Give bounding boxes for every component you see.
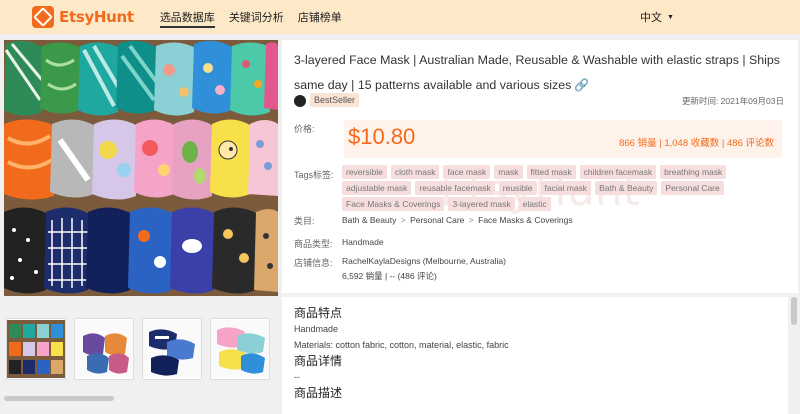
tag[interactable]: Personal Care <box>661 181 724 195</box>
tag[interactable]: elastic <box>518 197 551 211</box>
tag[interactable]: breathing mask <box>660 165 727 179</box>
type-value: Handmade <box>342 237 384 247</box>
tag[interactable]: reversible <box>342 165 387 179</box>
breadcrumb-separator: > <box>468 215 474 225</box>
logo-text: EtsyHunt <box>59 8 134 26</box>
breadcrumb-separator: > <box>400 215 406 225</box>
tag[interactable]: Face Masks & Coverings <box>342 197 445 211</box>
logo[interactable]: EtsyHunt <box>32 6 134 28</box>
materials-text: Materials: cotton fabric, cotton, materi… <box>294 340 509 350</box>
features-heading: 商品特点 <box>294 306 343 320</box>
thumbnail-scrollbar[interactable] <box>4 396 114 401</box>
tag[interactable]: reusable facemask <box>415 181 495 195</box>
thumbnail-image <box>211 320 269 378</box>
tag[interactable]: children facemask <box>579 165 657 179</box>
nav-item-product-database[interactable]: 选品数据库 <box>159 0 215 34</box>
thumbnail-2[interactable] <box>74 318 134 380</box>
thumbnail-image <box>75 320 133 378</box>
tag[interactable]: adjustable mask <box>342 181 412 195</box>
tag[interactable]: mask <box>494 165 523 179</box>
features-type: Handmade <box>294 324 339 334</box>
category-label: 类目: <box>294 216 315 226</box>
chevron-down-icon: ▼ <box>667 13 674 21</box>
bestseller-icon <box>294 95 306 107</box>
tag[interactable]: Bath & Beauty <box>595 181 658 195</box>
tag-list: reversible cloth mask face mask mask fit… <box>342 165 792 213</box>
language-label: 中文 <box>640 12 662 24</box>
price-label: 价格: <box>294 124 315 134</box>
category-level-3[interactable]: Face Masks & Coverings <box>478 215 572 225</box>
main-nav: 选品数据库 关键词分析 店铺榜单 <box>159 0 356 34</box>
tag[interactable]: reusible <box>498 181 537 195</box>
etsyhunt-logo-icon <box>32 6 54 28</box>
product-info-panel: EtsyHunt 3-layered Face Mask | Australia… <box>282 40 798 293</box>
category-level-1[interactable]: Bath & Beauty <box>342 215 396 225</box>
product-title-block: 3-layered Face Mask | Australian Made, R… <box>294 48 792 98</box>
tag[interactable]: 3-layered mask <box>448 197 515 211</box>
type-label: 商品类型: <box>294 239 333 249</box>
tag[interactable]: fitted mask <box>526 165 576 179</box>
shop-name[interactable]: RachelKaylaDesigns (Melbourne, Australia… <box>342 256 506 266</box>
nav-item-keyword-analysis[interactable]: 关键词分析 <box>229 0 284 34</box>
thumbnail-4[interactable] <box>210 318 270 380</box>
price-box: $10.80 866 销量 | 1,048 收藏数 | 486 评论数 <box>344 120 782 158</box>
shop-stats: 6,592 销量 | -- (486 评论) <box>342 271 437 281</box>
product-title: 3-layered Face Mask | Australian Made, R… <box>294 53 780 92</box>
category-breadcrumb: Bath & Beauty > Personal Care > Face Mas… <box>342 215 573 225</box>
description-heading: 商品描述 <box>294 386 343 400</box>
thumbnail-strip <box>4 318 278 382</box>
details-heading: 商品详情 <box>294 354 343 368</box>
price-value: $10.80 <box>348 124 416 149</box>
face-masks-photo <box>4 40 278 296</box>
thumbnail-image <box>7 320 65 378</box>
price-stats: 866 销量 | 1,048 收藏数 | 486 评论数 <box>619 138 774 149</box>
link-icon[interactable]: 🔗 <box>574 78 589 92</box>
tag[interactable]: facial mask <box>540 181 592 195</box>
language-selector[interactable]: 中文 ▼ <box>640 0 674 34</box>
product-main-image[interactable] <box>4 40 278 296</box>
bestseller-badge: BestSeller <box>310 93 360 107</box>
thumbnail-3[interactable] <box>142 318 202 380</box>
thumbnail-1[interactable] <box>6 318 66 380</box>
description-scrollbar[interactable] <box>791 297 797 325</box>
details-value: -- <box>294 372 300 382</box>
updated-time: 更新时间: 2021年09月03日 <box>681 96 784 106</box>
category-level-2[interactable]: Personal Care <box>410 215 464 225</box>
top-nav-bar: EtsyHunt 选品数据库 关键词分析 店铺榜单 中文 ▼ <box>0 0 800 34</box>
nav-item-shop-ranking[interactable]: 店铺榜单 <box>298 0 342 34</box>
thumbnail-image <box>143 320 201 378</box>
product-description-panel: 商品特点 Handmade Materials: cotton fabric, … <box>282 297 788 414</box>
shop-label: 店铺信息: <box>294 258 333 268</box>
tag[interactable]: face mask <box>443 165 491 179</box>
tag[interactable]: cloth mask <box>390 165 440 179</box>
tags-label: Tags标签: <box>294 170 334 180</box>
